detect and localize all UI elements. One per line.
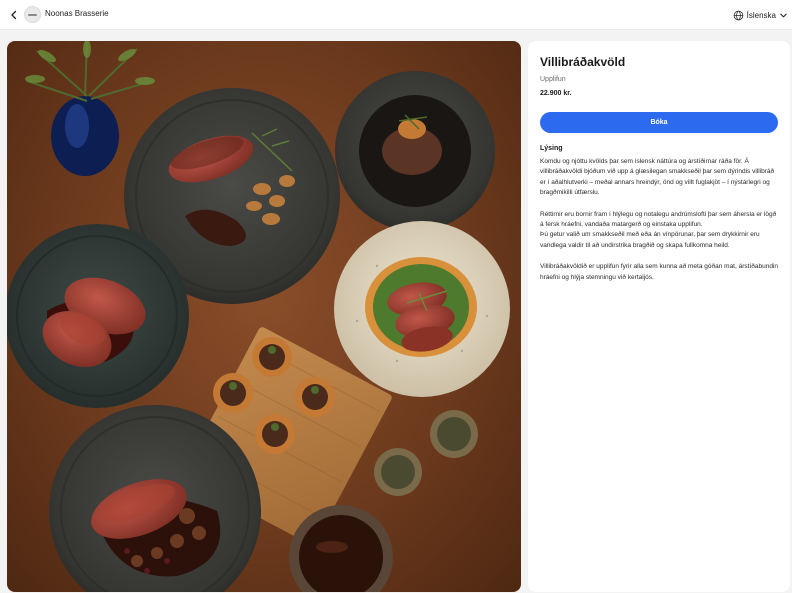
language-label: Íslenska	[746, 10, 776, 20]
product-detail-card: Villibráðakvöld Upplifun 22.900 kr. Bóka…	[528, 41, 790, 592]
back-button[interactable]	[6, 7, 22, 23]
description-heading: Lýsing	[540, 145, 563, 152]
restaurant-logo	[24, 6, 41, 23]
chevron-left-icon	[11, 10, 17, 20]
description-paragraph: Villibráðakvöldið er upplifun fyrir alla…	[540, 263, 778, 281]
globe-icon	[733, 10, 743, 20]
chevron-down-icon	[780, 13, 787, 17]
food-illustration	[7, 41, 510, 592]
product-price: 22.900 kr.	[540, 90, 572, 97]
description-paragraph: Réttirnir eru bornir fram í hlýlegu og n…	[540, 210, 777, 229]
description-paragraph: Komdu og njóttu kvölds þar sem íslensk n…	[540, 158, 775, 197]
language-selector[interactable]: Íslenska	[733, 7, 788, 23]
product-title: Villibráðakvöld	[540, 55, 626, 69]
description: Komdu og njóttu kvölds þar sem íslensk n…	[540, 157, 778, 283]
top-bar: Noonas Brasserie Íslenska	[0, 0, 792, 30]
product-category: Upplifun	[540, 76, 566, 83]
restaurant-name[interactable]: Noonas Brasserie	[45, 9, 109, 18]
book-button[interactable]: Bóka	[540, 112, 778, 133]
description-paragraph: Þú getur valið um smakkseðil með eða án …	[540, 231, 760, 249]
product-image	[7, 41, 521, 592]
